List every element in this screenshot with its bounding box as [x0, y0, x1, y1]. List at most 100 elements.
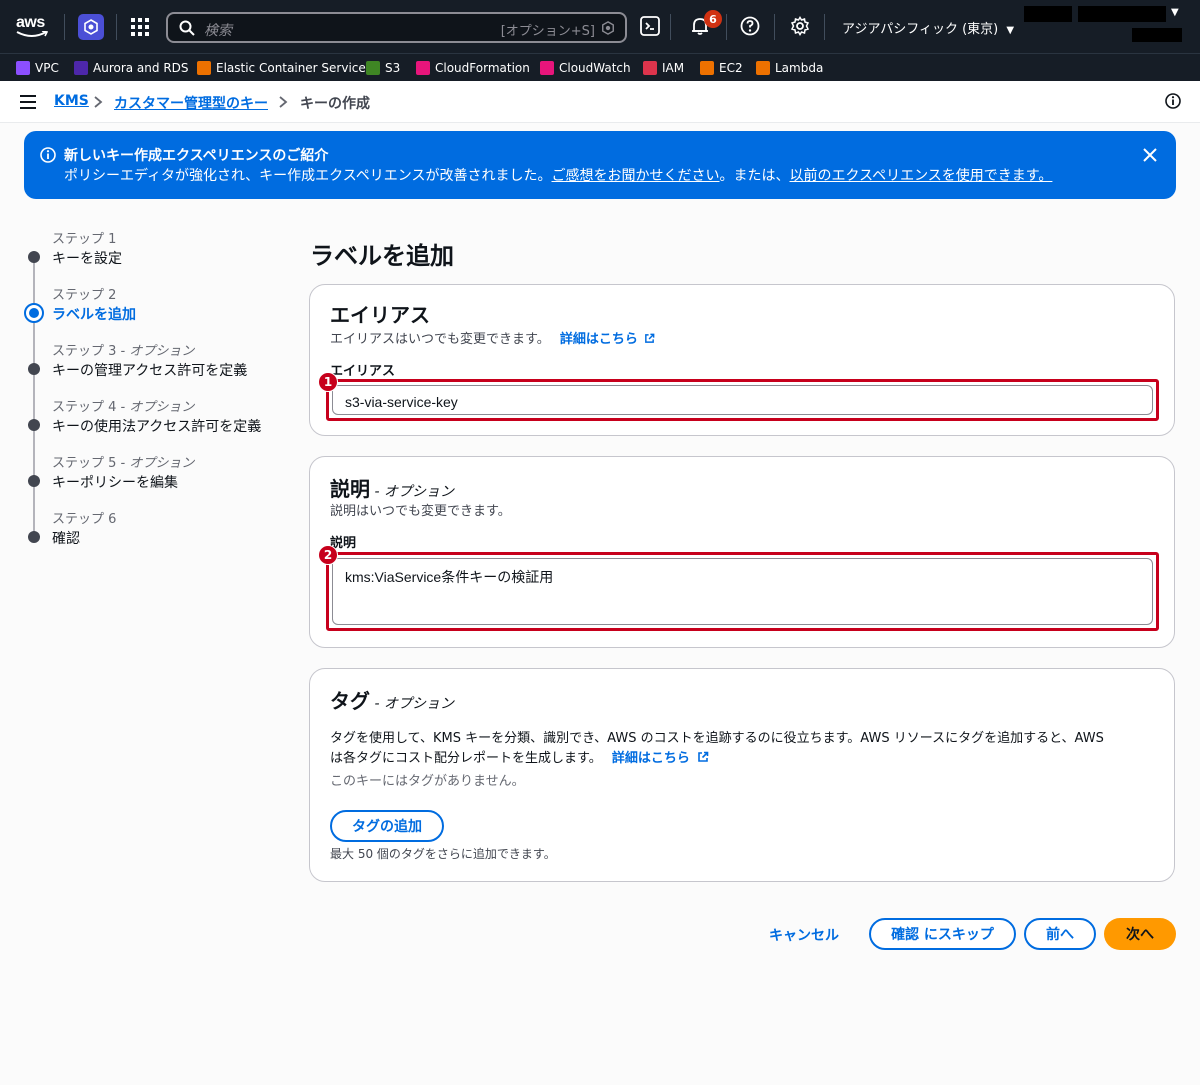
page-title: ラベルを追加 [310, 242, 454, 270]
step-1-name[interactable]: キーを設定 [52, 248, 122, 268]
description-help: 説明はいつでも変更できます。 [330, 504, 511, 519]
divider [824, 14, 825, 40]
shortcut-shield-icon [602, 21, 614, 35]
annotation-marker-2: 2 [318, 545, 338, 565]
description-textarea[interactable]: kms:ViaService条件キーの検証用 [332, 558, 1153, 625]
step-6-indicator [28, 531, 40, 543]
divider [64, 14, 65, 40]
favorite-vpc[interactable]: VPC [16, 61, 59, 75]
previous-button[interactable]: 前へ [1024, 918, 1096, 950]
alias-container: エイリアス エイリアスはいつでも変更できます。 詳細はこちら エイリアス s3-… [309, 284, 1175, 436]
flash-banner: 新しいキー作成エクスペリエンスのご紹介 ポリシーエディタが強化され、キー作成エク… [24, 131, 1176, 199]
redacted-account [1078, 6, 1166, 22]
next-button[interactable]: 次へ [1104, 918, 1176, 950]
step-1-indicator [28, 251, 40, 263]
step-2-name: ラベルを追加 [52, 307, 136, 323]
tags-container: タグ - オプション タグを使用して、KMS キーを分類、識別でき、AWS のコ… [309, 668, 1175, 882]
service-shield-icon[interactable] [78, 14, 104, 40]
top-navigation: aws 検索 [オプション+S] 6 アジアパシフィック (東京) ▼ ▼ [0, 0, 1200, 53]
favorite-lambda[interactable]: Lambda [756, 61, 823, 75]
description-highlight: kms:ViaService条件キーの検証用 [326, 552, 1159, 631]
favorite-s3[interactable]: S3 [366, 61, 400, 75]
previous-experience-link[interactable]: 以前のエクスペリエンスを使用できます。 [789, 168, 1052, 184]
step-4-name: キーの使用法アクセス許可を定義 [52, 419, 262, 435]
breadcrumb-customer-managed-keys[interactable]: カスタマー管理型のキー [114, 93, 268, 113]
chevron-down-icon: ▼ [1006, 25, 1015, 36]
info-icon [40, 147, 56, 163]
search-shortcut: [オプション+S] [500, 24, 595, 39]
annotation-marker-1: 1 [318, 372, 338, 392]
skip-to-review-button[interactable]: 確認 にスキップ [869, 918, 1016, 950]
redacted-account [1132, 28, 1182, 42]
tags-description-line1: タグを使用して、KMS キーを分類、識別でき、AWS のコストを追跡するのに役立… [330, 731, 1104, 746]
step-4-label: ステップ 4 - オプション [52, 400, 195, 415]
add-tag-button[interactable]: タグの追加 [330, 810, 444, 842]
search-input[interactable]: 検索 [オプション+S] [166, 12, 627, 43]
account-menu-chevron-icon[interactable]: ▼ [1171, 7, 1179, 18]
favorite-cloudwatch[interactable]: CloudWatch [540, 61, 631, 75]
feedback-link[interactable]: ご感想をお聞かせください [551, 168, 719, 184]
tags-learn-more-link[interactable]: 詳細はこちら [612, 751, 710, 766]
step-3-label: ステップ 3 - オプション [52, 344, 195, 359]
divider [116, 14, 117, 40]
lambda-icon [756, 61, 770, 75]
cancel-button[interactable]: キャンセル [769, 925, 839, 945]
description-title: 説明 - オプション [330, 477, 454, 501]
step-2-indicator [24, 303, 44, 323]
favorite-cloudformation[interactable]: CloudFormation [416, 61, 530, 75]
services-grid-icon[interactable] [131, 18, 149, 36]
description-container: 説明 - オプション 説明はいつでも変更できます。 説明 kms:ViaServ… [309, 456, 1175, 648]
aurora-rds-icon [74, 61, 88, 75]
close-icon[interactable] [1142, 147, 1158, 163]
step-1-label: ステップ 1 [52, 232, 117, 247]
favorite-aurora-rds[interactable]: Aurora and RDS [74, 61, 189, 75]
search-placeholder: 検索 [204, 23, 232, 39]
step-2-label: ステップ 2 [52, 288, 117, 303]
breadcrumb: KMS カスタマー管理型のキー キーの作成 [0, 81, 1200, 123]
region-label: アジアパシフィック (東京) [842, 22, 999, 37]
region-selector[interactable]: アジアパシフィック (東京) ▼ [842, 18, 1014, 37]
flash-title: 新しいキー作成エクスペリエンスのご紹介 [64, 148, 329, 164]
ecs-icon [197, 61, 211, 75]
favorite-iam[interactable]: IAM [643, 61, 684, 75]
divider [670, 14, 671, 40]
divider [726, 14, 727, 40]
step-6-label: ステップ 6 [52, 512, 117, 527]
favorite-ecs[interactable]: Elastic Container Service [197, 61, 366, 75]
tags-description-line2: は各タグにコスト配分レポートを生成します。 詳細はこちら [330, 747, 709, 766]
external-link-icon [698, 751, 709, 762]
alias-learn-more-link[interactable]: 詳細はこちら [560, 332, 656, 347]
tags-title: タグ - オプション [330, 689, 454, 713]
cloudwatch-icon [540, 61, 554, 75]
ec2-icon [700, 61, 714, 75]
info-icon[interactable] [1165, 93, 1181, 109]
step-5-name: キーポリシーを編集 [52, 475, 178, 491]
cloudshell-icon[interactable] [640, 16, 662, 38]
breadcrumb-kms[interactable]: KMS [54, 93, 89, 109]
help-icon[interactable] [740, 16, 762, 38]
alias-description: エイリアスはいつでも変更できます。 詳細はこちら [330, 328, 655, 347]
vpc-icon [16, 61, 30, 75]
search-icon [179, 20, 195, 36]
step-3-name: キーの管理アクセス許可を定義 [52, 363, 248, 379]
breadcrumb-current: キーの作成 [300, 96, 370, 112]
tags-limit-note: 最大 50 個のタグをさらに追加できます。 [330, 847, 556, 861]
tags-empty-message: このキーにはタグがありません。 [330, 774, 525, 789]
menu-hamburger-icon[interactable] [20, 95, 36, 109]
cloudformation-icon [416, 61, 430, 75]
step-4-indicator [28, 419, 40, 431]
s3-icon [366, 61, 380, 75]
alias-input[interactable]: s3-via-service-key [332, 385, 1153, 415]
external-link-icon [645, 333, 655, 343]
favorite-ec2[interactable]: EC2 [700, 61, 743, 75]
alias-title: エイリアス [330, 303, 430, 327]
aws-logo[interactable]: aws [16, 12, 50, 40]
step-5-indicator [28, 475, 40, 487]
step-3-indicator [28, 363, 40, 375]
redacted-account [1024, 6, 1072, 22]
chevron-right-icon [279, 96, 288, 108]
chevron-right-icon [94, 96, 103, 108]
favorites-bar: VPC Aurora and RDS Elastic Container Ser… [0, 53, 1200, 81]
settings-gear-icon[interactable] [790, 16, 812, 38]
step-6-name: 確認 [52, 531, 80, 547]
